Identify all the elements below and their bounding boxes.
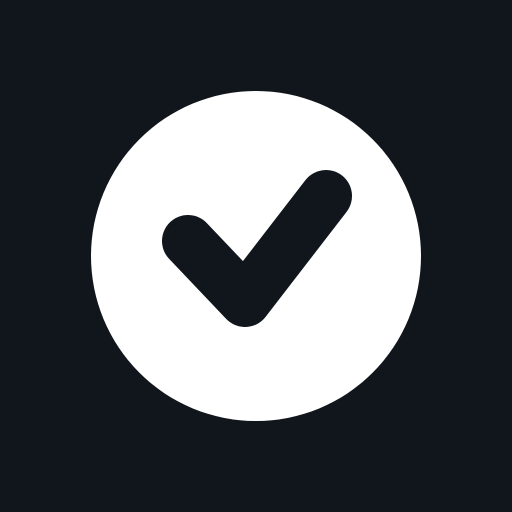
app-icon-canvas [0, 0, 512, 512]
checkmark-icon [162, 170, 352, 327]
